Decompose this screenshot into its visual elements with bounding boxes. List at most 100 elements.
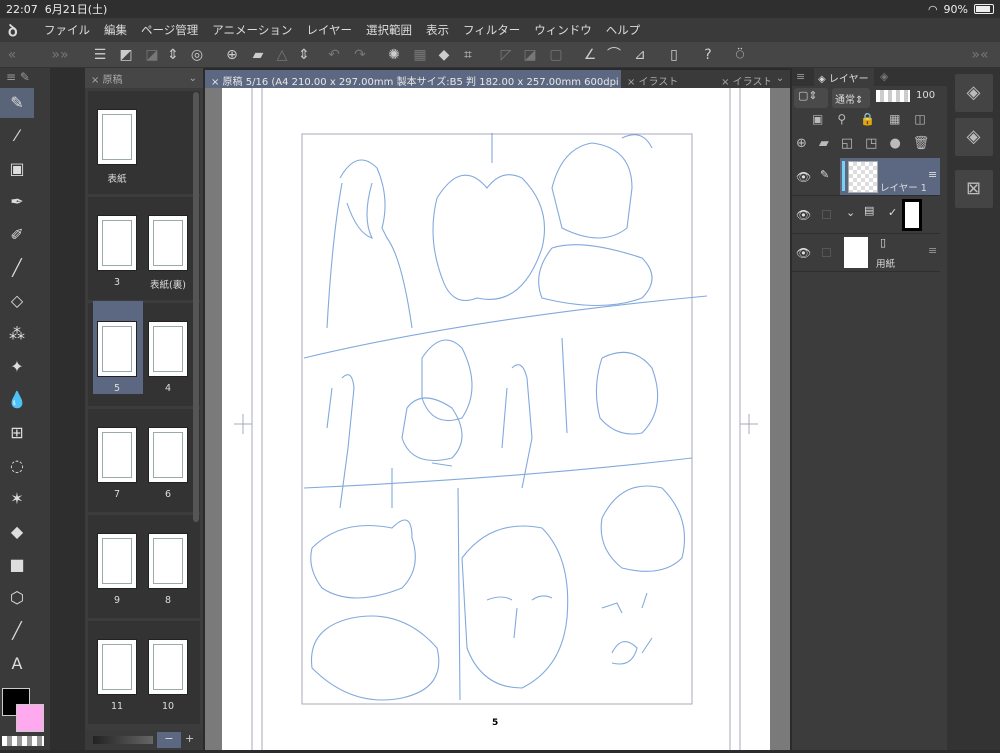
tool-decoration[interactable]: ✦ (0, 352, 34, 382)
app-logo-icon[interactable]: ꝺ (8, 19, 30, 41)
menu-filter[interactable]: フィルター (463, 22, 520, 38)
device-icon[interactable]: ▯ (664, 45, 684, 65)
eye-icon[interactable]: 👁 (796, 246, 811, 260)
page-thumbnail[interactable] (148, 321, 188, 377)
updown2-icon[interactable]: ⇕ (294, 45, 314, 65)
edit-icon[interactable]: ◩ (116, 45, 136, 65)
tool-line[interactable]: ╱ (0, 253, 34, 283)
layer-row-layer1[interactable]: 👁 ✎ レイヤー 1 ≡ (792, 158, 940, 196)
blend-mode-select[interactable]: 通常⇕ (832, 88, 870, 108)
expand-chevron-icon[interactable]: ⌄ (846, 206, 855, 219)
eye-icon[interactable]: 👁 (796, 208, 811, 222)
page-thumbnail[interactable] (97, 427, 137, 483)
opacity-value[interactable]: 100 (916, 90, 935, 101)
manuscript-page[interactable]: 5 (222, 88, 770, 750)
tool-object[interactable]: ⬡ (0, 583, 34, 613)
menu-file[interactable]: ファイル (44, 22, 90, 38)
layer-actions-row[interactable]: ⊕▰◱◳●🗑 (796, 136, 941, 151)
chevron-down-icon[interactable]: ⌄ (189, 73, 197, 84)
tab-layer[interactable]: ◈ レイヤー (814, 68, 874, 86)
export-icon[interactable]: ◪ (142, 45, 162, 65)
layer-lock-row[interactable]: ▣⚲🔒▦◫ (812, 112, 940, 126)
tool-lasso[interactable]: ◌ (0, 451, 34, 481)
menu-window[interactable]: ウィンドウ (534, 22, 592, 38)
opacity-slider[interactable] (876, 90, 910, 102)
ruler-icon[interactable]: ∠ (580, 45, 600, 65)
tool-text[interactable]: A (0, 649, 34, 679)
menu-animation[interactable]: アニメーション (212, 22, 292, 38)
page-panel-scrollbar[interactable] (193, 92, 199, 522)
page-thumbnail[interactable] (148, 639, 188, 695)
redo-icon[interactable]: ↷ (350, 45, 370, 65)
invert-icon[interactable]: ◪ (520, 45, 540, 65)
menu-icon[interactable]: ☰ (90, 45, 110, 65)
new-page-icon[interactable]: ⊕ (222, 45, 242, 65)
tool-airbrush[interactable]: ⁂ (0, 319, 34, 349)
deselect-icon[interactable]: ▦ (410, 45, 430, 65)
panel-menu-icon[interactable]: ≡ (796, 70, 805, 83)
page-thumbnail-selected[interactable] (97, 321, 137, 377)
undo-icon[interactable]: ↶ (324, 45, 344, 65)
collapse-left-icon[interactable]: « (2, 45, 22, 65)
eye-icon[interactable]: 👁 (796, 170, 811, 184)
menu-page[interactable]: ページ管理 (141, 22, 198, 38)
tool-figure[interactable]: ⊞ (0, 418, 34, 448)
sub-color-swatch[interactable] (16, 704, 44, 732)
clear-icon[interactable]: ✺ (384, 45, 404, 65)
page-thumbnail[interactable] (97, 109, 137, 165)
page-panel-tab[interactable]: × 原稿 ⌄ (85, 68, 203, 88)
tab-illust[interactable]: × イラスト (621, 70, 715, 88)
tool-blend[interactable]: 💧 (0, 385, 34, 415)
zoom-out-button[interactable]: − (157, 732, 181, 748)
mouse-icon[interactable]: ⍥ (730, 45, 750, 65)
page-thumbnail[interactable] (97, 215, 137, 271)
layer-row-paper[interactable]: 👁 ▯ 用紙 ≡ (792, 234, 940, 272)
help-icon[interactable]: ? (698, 45, 718, 65)
page-thumbnail[interactable] (97, 533, 137, 589)
tool-gradient[interactable]: ▣ (0, 154, 34, 184)
layer-color-select[interactable]: ▢⇕ (794, 88, 828, 108)
save-icon[interactable]: △ (272, 45, 292, 65)
tool-eraser[interactable]: ◇ (0, 286, 34, 316)
layers-panel-icon[interactable]: ◈ (954, 74, 993, 112)
tool-pen2[interactable]: ✒ (0, 187, 34, 217)
page-thumbnail[interactable] (148, 215, 188, 271)
tool-eyedropper[interactable]: ⁄ (0, 121, 34, 151)
tabs-chevron-icon[interactable]: ⌄ (770, 70, 790, 88)
tool-pen[interactable]: ✎ (0, 88, 34, 118)
page-thumbnail[interactable] (97, 639, 137, 695)
tab-manuscript[interactable]: × 原稿 5/16 (A4 210.00 x 297.00mm 製本サイズ:B5… (205, 70, 621, 88)
layer-checkbox[interactable] (822, 210, 831, 219)
tab-illust-2[interactable]: × イラスト (715, 70, 770, 88)
expand-icon[interactable]: »» (50, 45, 70, 65)
layer-row-frame[interactable]: 👁 ⌄ ▤ ✓ (792, 196, 940, 234)
transparent-color-swatch[interactable] (2, 736, 44, 746)
transform-icon[interactable]: ⌗ (458, 45, 478, 65)
tool-ruler[interactable]: ╱ (0, 616, 34, 646)
collapse-right-icon[interactable]: »« (970, 45, 990, 65)
layer-search-icon[interactable]: ◈ (954, 118, 993, 156)
layer-checkbox[interactable] (822, 248, 831, 257)
crop-icon[interactable]: ◸ (496, 45, 516, 65)
layer-menu-icon[interactable]: ≡ (928, 244, 937, 257)
tool-fill[interactable]: ◆ (0, 517, 34, 547)
menu-selection[interactable]: 選択範囲 (366, 22, 412, 38)
page-thumbnail[interactable] (148, 533, 188, 589)
tool-auto-select[interactable]: ✶ (0, 484, 34, 514)
page-thumbnail[interactable] (148, 427, 188, 483)
tool-gradient2[interactable]: ■ (0, 550, 34, 580)
menu-edit[interactable]: 編集 (104, 22, 127, 38)
frame-icon[interactable]: ▢ (546, 45, 566, 65)
zoom-in-button[interactable]: + (185, 732, 194, 745)
thumbnail-size-slider[interactable] (93, 736, 153, 744)
pen-ruler-icon[interactable]: ⊿ (630, 45, 650, 65)
menu-view[interactable]: 表示 (426, 22, 449, 38)
open-folder-icon[interactable]: ▰ (248, 45, 268, 65)
brush-icon[interactable]: ⌒ (604, 45, 624, 65)
layer-property-tab-icon[interactable]: ◈ (880, 70, 888, 83)
layer-menu-icon[interactable]: ≡ (928, 168, 937, 181)
spiral-icon[interactable]: ◎ (187, 45, 207, 65)
close-panel-icon[interactable]: ⊠ (954, 170, 993, 208)
menu-layer[interactable]: レイヤー (306, 22, 352, 38)
fill-icon[interactable]: ◆ (434, 45, 454, 65)
